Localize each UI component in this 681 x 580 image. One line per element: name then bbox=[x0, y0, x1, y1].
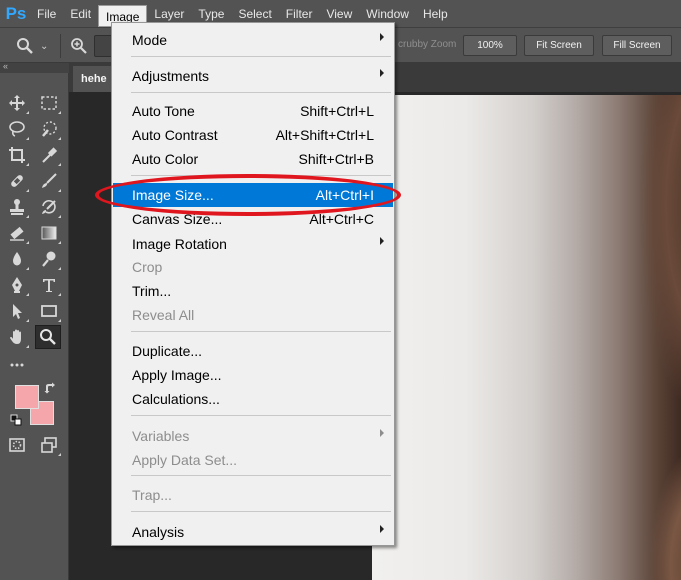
clone-stamp-icon[interactable] bbox=[4, 195, 30, 219]
eraser-tool-icon[interactable] bbox=[4, 221, 30, 245]
menu-item-apply-data-set[interactable]: Apply Data Set... bbox=[113, 448, 393, 472]
eyedropper-tool-icon[interactable] bbox=[36, 143, 62, 167]
tools-panel bbox=[0, 73, 69, 580]
menu-separator bbox=[131, 475, 391, 476]
submenu-arrow-icon bbox=[380, 429, 384, 437]
healing-brush-icon[interactable] bbox=[4, 169, 30, 193]
menu-item-adjustments[interactable]: Adjustments bbox=[113, 64, 393, 88]
menu-edit[interactable]: Edit bbox=[63, 3, 98, 25]
zoom-tool-icon[interactable] bbox=[35, 325, 61, 349]
default-colors-icon[interactable] bbox=[10, 414, 22, 426]
submenu-arrow-icon bbox=[380, 69, 384, 77]
lasso-tool-icon[interactable] bbox=[4, 117, 30, 141]
brush-tool-icon[interactable] bbox=[36, 169, 62, 193]
image-menu-dropdown: Mode Adjustments Auto Tone Shift+Ctrl+L A… bbox=[111, 22, 395, 546]
menu-separator bbox=[131, 511, 391, 512]
submenu-arrow-icon bbox=[380, 237, 384, 245]
menu-separator bbox=[131, 415, 391, 416]
zoom-in-icon[interactable] bbox=[70, 37, 88, 55]
menu-help[interactable]: Help bbox=[416, 3, 455, 25]
quick-select-tool-icon[interactable] bbox=[36, 117, 62, 141]
toolbar-header[interactable]: « bbox=[0, 61, 69, 73]
rectangle-tool-icon[interactable] bbox=[36, 299, 62, 323]
marquee-tool-icon[interactable] bbox=[36, 91, 62, 115]
menu-item-apply-image[interactable]: Apply Image... bbox=[113, 363, 393, 387]
menu-item-crop[interactable]: Crop bbox=[113, 255, 393, 279]
menu-item-image-rotation[interactable]: Image Rotation bbox=[113, 232, 393, 256]
menu-item-auto-color[interactable]: Auto Color Shift+Ctrl+B bbox=[113, 147, 393, 171]
blur-tool-icon[interactable] bbox=[4, 247, 30, 271]
menu-separator bbox=[131, 56, 391, 57]
type-tool-icon[interactable] bbox=[36, 273, 62, 297]
edit-toolbar-icon[interactable] bbox=[4, 353, 30, 377]
menu-separator bbox=[131, 92, 391, 93]
menu-separator bbox=[131, 331, 391, 332]
menu-item-reveal-all[interactable]: Reveal All bbox=[113, 303, 393, 327]
menu-item-auto-tone[interactable]: Auto Tone Shift+Ctrl+L bbox=[113, 99, 393, 123]
menu-item-analysis[interactable]: Analysis bbox=[113, 520, 393, 544]
menu-item-calculations[interactable]: Calculations... bbox=[113, 387, 393, 411]
menu-item-mode[interactable]: Mode bbox=[113, 28, 393, 52]
scrubby-zoom-checkbox[interactable]: crubby Zoom bbox=[398, 39, 456, 50]
menu-item-variables[interactable]: Variables bbox=[113, 424, 393, 448]
menu-item-duplicate[interactable]: Duplicate... bbox=[113, 339, 393, 363]
annotation-highlight-oval bbox=[95, 174, 401, 216]
fit-screen-button[interactable]: Fit Screen bbox=[524, 35, 594, 56]
zoom-100-button[interactable]: 100% bbox=[463, 35, 517, 56]
path-select-icon[interactable] bbox=[4, 299, 30, 323]
menu-item-trap[interactable]: Trap... bbox=[113, 483, 393, 507]
menu-item-trim[interactable]: Trim... bbox=[113, 279, 393, 303]
collapse-arrows-icon[interactable]: « bbox=[3, 61, 8, 71]
photoshop-logo: Ps bbox=[5, 3, 27, 23]
move-tool-icon[interactable] bbox=[4, 91, 30, 115]
chevron-down-icon[interactable]: ⌄ bbox=[40, 41, 48, 52]
submenu-arrow-icon bbox=[380, 33, 384, 41]
zoom-icon[interactable] bbox=[16, 37, 34, 55]
swap-colors-icon[interactable] bbox=[44, 382, 56, 394]
history-brush-icon[interactable] bbox=[36, 195, 62, 219]
menu-item-auto-contrast[interactable]: Auto Contrast Alt+Shift+Ctrl+L bbox=[113, 123, 393, 147]
foreground-color-swatch-top[interactable] bbox=[15, 385, 39, 409]
hand-tool-icon[interactable] bbox=[4, 325, 30, 349]
divider bbox=[60, 34, 61, 58]
fill-screen-button[interactable]: Fill Screen bbox=[602, 35, 672, 56]
submenu-arrow-icon bbox=[380, 525, 384, 533]
gradient-tool-icon[interactable] bbox=[36, 221, 62, 245]
quick-mask-icon[interactable] bbox=[4, 433, 30, 457]
screen-mode-icon[interactable] bbox=[36, 433, 62, 457]
pen-tool-icon[interactable] bbox=[4, 273, 30, 297]
crop-tool-icon[interactable] bbox=[4, 143, 30, 167]
dodge-tool-icon[interactable] bbox=[36, 247, 62, 271]
menu-file[interactable]: File bbox=[30, 3, 63, 25]
document-image[interactable] bbox=[372, 95, 681, 580]
